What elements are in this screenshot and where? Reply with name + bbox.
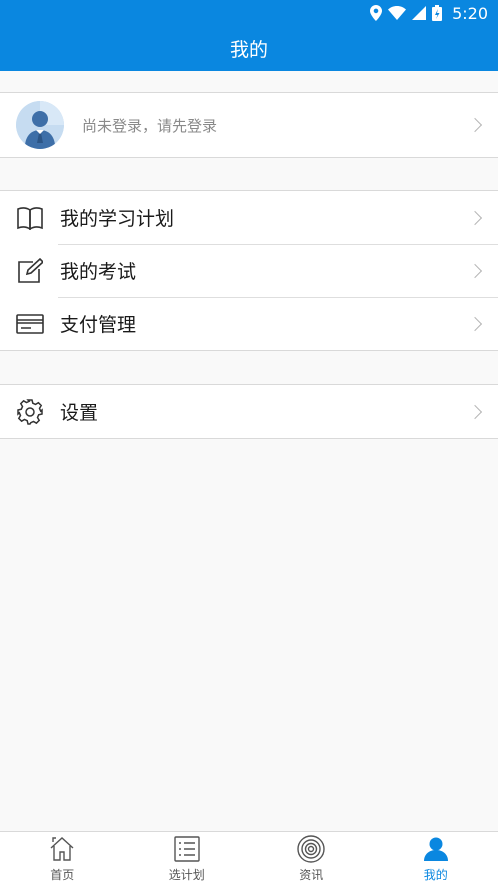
- chevron-right-icon: [467, 316, 483, 331]
- status-bar: 5:20: [0, 0, 498, 26]
- menu-label-exam: 我的考试: [60, 261, 137, 283]
- wifi-icon: [388, 6, 407, 20]
- user-icon: [421, 834, 451, 864]
- signal-icon: [412, 6, 427, 20]
- gear-icon: [16, 398, 44, 426]
- bottom-tab-bar: 首页 选计划 资讯 我的: [0, 831, 498, 886]
- home-icon: [47, 834, 77, 864]
- menu-label-payment: 支付管理: [60, 314, 137, 336]
- tab-mine[interactable]: 我的: [374, 832, 498, 886]
- account-menu-group: 我的学习计划 我的考试 支付管理: [0, 190, 498, 351]
- profile-group: 尚未登录，请先登录: [0, 92, 498, 158]
- location-icon: [370, 5, 383, 21]
- menu-item-payment[interactable]: 支付管理: [0, 297, 498, 350]
- chevron-right-icon: [467, 117, 483, 133]
- main-content: 尚未登录，请先登录 我的学习计划 我的考试 支付管理 设置: [0, 71, 498, 831]
- book-icon: [16, 204, 44, 232]
- chevron-right-icon: [467, 210, 483, 225]
- settings-group: 设置: [0, 384, 498, 439]
- menu-label-study-plan: 我的学习计划: [60, 208, 175, 230]
- tab-plans[interactable]: 选计划: [125, 832, 250, 886]
- page-title: 我的: [229, 39, 268, 61]
- card-icon: [16, 310, 44, 338]
- menu-label-settings: 设置: [60, 402, 99, 424]
- chevron-right-icon: [467, 263, 483, 278]
- target-icon: [296, 834, 326, 864]
- tab-label: 资讯: [299, 868, 324, 882]
- tab-home[interactable]: 首页: [0, 832, 125, 886]
- menu-item-study-plan[interactable]: 我的学习计划: [0, 191, 498, 244]
- avatar: [16, 101, 64, 149]
- list-icon: [172, 834, 202, 864]
- tab-label: 我的: [423, 868, 448, 882]
- tab-label: 选计划: [168, 868, 205, 882]
- tab-label: 首页: [50, 868, 75, 882]
- tab-news[interactable]: 资讯: [249, 832, 374, 886]
- chevron-right-icon: [467, 404, 483, 419]
- login-prompt: 尚未登录，请先登录: [82, 116, 218, 135]
- edit-icon: [16, 257, 44, 285]
- login-row[interactable]: 尚未登录，请先登录: [0, 93, 498, 157]
- battery-icon: [432, 5, 443, 21]
- app-bar: 我的: [0, 26, 498, 71]
- menu-item-settings[interactable]: 设置: [0, 385, 498, 438]
- menu-item-exam[interactable]: 我的考试: [0, 244, 498, 297]
- status-time: 5:20: [452, 3, 488, 23]
